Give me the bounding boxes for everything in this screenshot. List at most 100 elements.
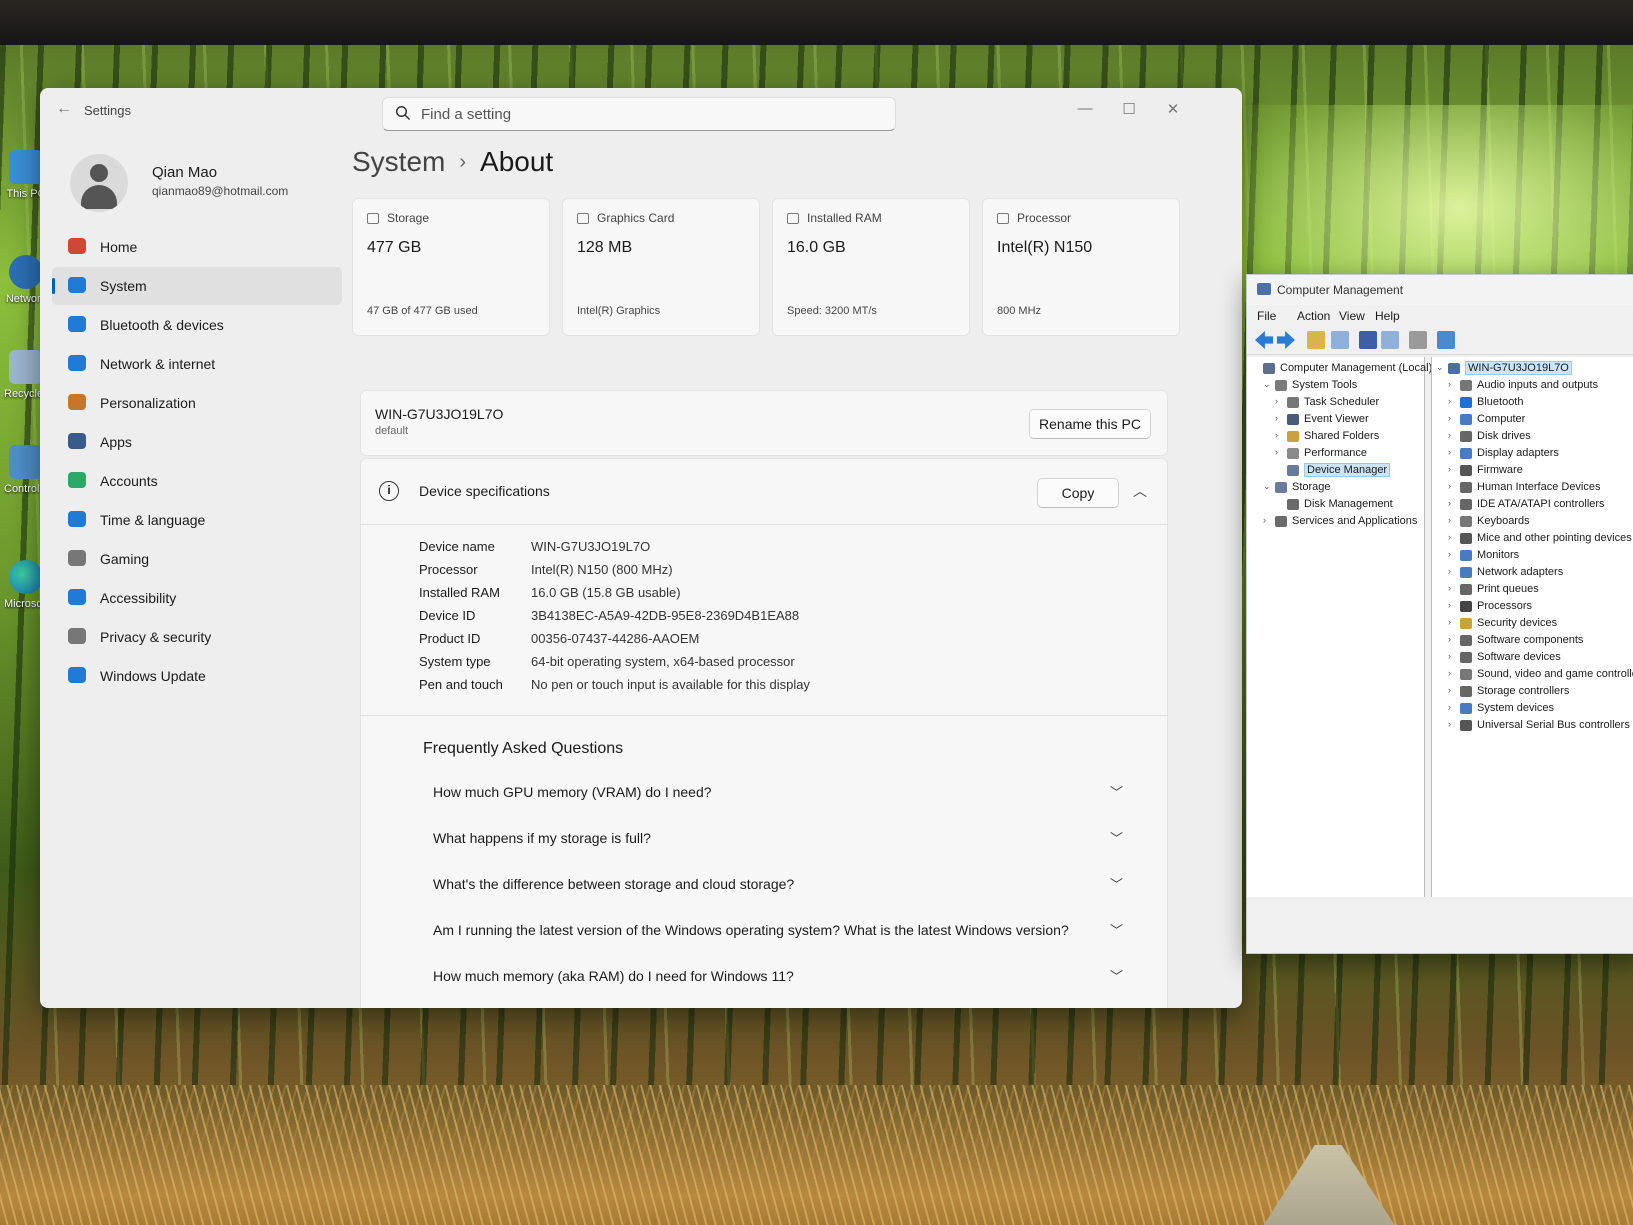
tree-node-label: Mice and other pointing devices xyxy=(1477,532,1632,544)
installed-ram-card[interactable]: Installed RAM 16.0 GB Speed: 3200 MT/s xyxy=(772,198,970,336)
tree-expander-icon[interactable]: › xyxy=(1448,481,1458,491)
faq-item[interactable]: Am I running the latest version of the W… xyxy=(433,916,1123,946)
faq-item[interactable]: What's the difference between storage an… xyxy=(433,870,1123,900)
breadcrumb-system[interactable]: System xyxy=(352,146,445,177)
tree-node-label: Print queues xyxy=(1477,583,1539,595)
sidebar-item-label: Home xyxy=(100,239,138,255)
pc-name: WIN-G7U3JO19L7O xyxy=(375,406,504,422)
chevron-up-icon[interactable]: ︿ xyxy=(1133,481,1147,501)
sidebar-item-apps[interactable]: Apps xyxy=(52,423,342,461)
tree-node-label: Human Interface Devices xyxy=(1477,481,1601,493)
spec-label: Installed RAM xyxy=(419,585,500,600)
tree-expander-icon[interactable]: › xyxy=(1448,498,1458,508)
faq-item[interactable]: What happens if my storage is full? ﹀ xyxy=(433,824,1123,854)
spec-label: Product ID xyxy=(419,631,481,646)
tree-expander-icon[interactable]: › xyxy=(1448,583,1458,593)
sidebar-item-bluetooth-devices[interactable]: Bluetooth & devices xyxy=(52,306,342,344)
search-box[interactable] xyxy=(382,97,896,131)
tree-expander-icon[interactable]: › xyxy=(1275,396,1285,406)
tree-expander-icon[interactable]: › xyxy=(1448,379,1458,389)
sidebar-item-accessibility[interactable]: Accessibility xyxy=(52,579,342,617)
tree-expander-icon[interactable]: › xyxy=(1448,515,1458,525)
storage-card[interactable]: Storage 477 GB 47 GB of 477 GB used xyxy=(352,198,550,336)
close-button[interactable]: ✕ xyxy=(1158,100,1188,124)
menu-view[interactable]: View xyxy=(1339,309,1365,323)
rename-pc-button[interactable]: Rename this PC xyxy=(1029,409,1151,439)
sidebar-item-home[interactable]: Home xyxy=(52,228,342,266)
sidebar-item-gaming[interactable]: Gaming xyxy=(52,540,342,578)
sidebar-item-windows-update[interactable]: Windows Update xyxy=(52,657,342,695)
tree-expander-icon[interactable]: › xyxy=(1448,447,1458,457)
tree-expander-icon[interactable]: › xyxy=(1448,413,1458,423)
tree-expander-icon[interactable]: › xyxy=(1448,668,1458,678)
forward-icon[interactable] xyxy=(1277,331,1295,349)
faq-item[interactable]: How much memory (aka RAM) do I need for … xyxy=(433,962,1123,992)
disk-drives-icon xyxy=(1460,431,1472,442)
show-hide-tree-icon[interactable] xyxy=(1331,331,1349,349)
tree-expander-icon[interactable]: › xyxy=(1448,430,1458,440)
tree-expander-icon[interactable]: › xyxy=(1448,634,1458,644)
sidebar-item-label: Privacy & security xyxy=(100,629,212,645)
print-icon[interactable] xyxy=(1409,331,1427,349)
sidebar-item-accounts[interactable]: Accounts xyxy=(52,462,342,500)
user-profile[interactable]: Qian Mao qianmao89@hotmail.com xyxy=(70,154,360,214)
sidebar-item-label: System xyxy=(100,278,147,294)
tree-expander-icon[interactable]: › xyxy=(1275,413,1285,423)
sidebar-item-network-internet[interactable]: Network & internet xyxy=(52,345,342,383)
tree-expander-icon[interactable]: › xyxy=(1448,685,1458,695)
tree-expander-icon[interactable]: ⌄ xyxy=(1263,481,1273,492)
breadcrumb-separator: › xyxy=(459,151,467,173)
processor-card[interactable]: Processor Intel(R) N150 800 MHz xyxy=(982,198,1180,336)
tree-node-label: Software devices xyxy=(1477,651,1561,663)
copy-button[interactable]: Copy xyxy=(1037,478,1119,508)
sidebar-item-time-language[interactable]: Time & language xyxy=(52,501,342,539)
edge-icon xyxy=(9,560,43,594)
help-icon[interactable] xyxy=(1359,331,1377,349)
spec-label: System type xyxy=(419,654,491,669)
tree-node-label: Disk drives xyxy=(1477,430,1531,442)
tree-expander-icon[interactable]: ⌄ xyxy=(1436,362,1446,373)
tree-expander-icon[interactable]: › xyxy=(1275,430,1285,440)
sidebar-item-system[interactable]: System xyxy=(52,267,342,305)
tree-expander-icon[interactable]: › xyxy=(1448,549,1458,559)
disk-management-icon xyxy=(1287,499,1299,510)
sidebar-item-personalization[interactable]: Personalization xyxy=(52,384,342,422)
sidebar-item-label: Time & language xyxy=(100,512,206,528)
tree-node-label: IDE ATA/ATAPI controllers xyxy=(1477,498,1605,510)
monitor-icon[interactable] xyxy=(1437,331,1455,349)
graphics-card-card[interactable]: Graphics Card 128 MB Intel(R) Graphics xyxy=(562,198,760,336)
tree-expander-icon[interactable]: › xyxy=(1448,702,1458,712)
keyboards-icon xyxy=(1460,516,1472,527)
back-arrow-icon[interactable]: ← xyxy=(56,100,72,118)
tree-node-label: Processors xyxy=(1477,600,1533,612)
faq-item[interactable]: How much GPU memory (VRAM) do I need? ﹀ xyxy=(433,778,1123,808)
task-scheduler-icon xyxy=(1287,397,1299,408)
menu-file[interactable]: File xyxy=(1257,309,1276,323)
tree-expander-icon[interactable]: ⌄ xyxy=(1263,379,1273,390)
sidebar-item-privacy-security[interactable]: Privacy & security xyxy=(52,618,342,656)
tree-expander-icon[interactable]: › xyxy=(1448,532,1458,542)
back-icon[interactable] xyxy=(1255,331,1273,349)
tree-node-label: Disk Management xyxy=(1304,498,1393,510)
menu-action[interactable]: Action xyxy=(1297,309,1330,323)
tree-expander-icon[interactable]: › xyxy=(1448,600,1458,610)
device-specifications-header[interactable]: i Device specifications Copy ︿ xyxy=(361,459,1167,525)
breadcrumb: System › About xyxy=(352,146,553,178)
tree-expander-icon[interactable]: › xyxy=(1448,464,1458,474)
tree-expander-icon[interactable]: › xyxy=(1448,719,1458,729)
minimize-button[interactable]: — xyxy=(1070,100,1100,124)
search-input[interactable] xyxy=(421,104,881,124)
tree-expander-icon[interactable]: › xyxy=(1275,447,1285,457)
faq-question: How much GPU memory (VRAM) do I need? xyxy=(433,784,712,800)
properties-icon[interactable] xyxy=(1381,331,1399,349)
user-email: qianmao89@hotmail.com xyxy=(152,184,289,198)
up-folder-icon[interactable] xyxy=(1307,331,1325,349)
tree-expander-icon[interactable]: › xyxy=(1448,566,1458,576)
tree-expander-icon[interactable]: › xyxy=(1448,651,1458,661)
tree-expander-icon[interactable]: › xyxy=(1448,396,1458,406)
menu-help[interactable]: Help xyxy=(1375,309,1400,323)
tree-expander-icon[interactable]: › xyxy=(1448,617,1458,627)
maximize-button[interactable]: ☐ xyxy=(1114,100,1144,124)
cm-title: Computer Management xyxy=(1277,283,1404,297)
tree-expander-icon[interactable]: › xyxy=(1263,515,1273,525)
